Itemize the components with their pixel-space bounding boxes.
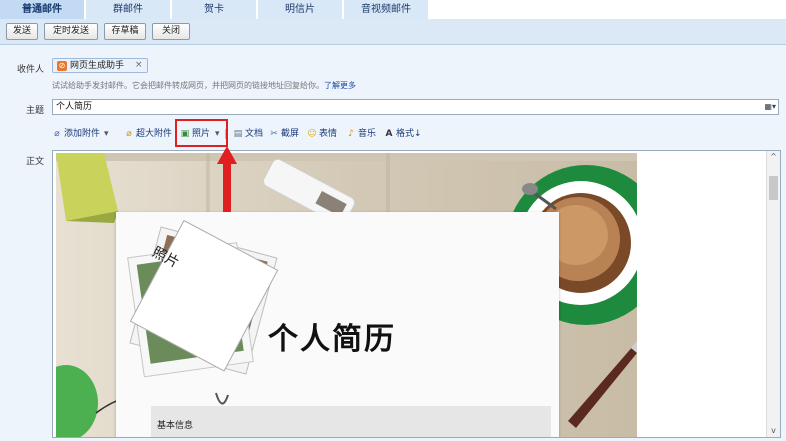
schedule-send-button[interactable]: 定时发送 [44, 23, 98, 40]
tab-postcard[interactable]: 明信片 [258, 0, 343, 19]
music-button[interactable]: ♪ 音乐 [346, 126, 376, 142]
tab-video-mail[interactable]: 音视频邮件 [344, 0, 429, 19]
save-draft-button[interactable]: 存草稿 [104, 23, 146, 40]
photo-stack [127, 219, 279, 405]
emoji-button[interactable]: ☺ 表情 [307, 126, 337, 142]
compose-toolbar: 发送 定时发送 存草稿 关闭 [0, 19, 786, 45]
scroll-up-icon[interactable]: ^ [767, 151, 780, 163]
tab-normal-mail[interactable]: 普通邮件 [0, 0, 85, 19]
scissors-icon: ✂ [270, 129, 278, 139]
scroll-thumb[interactable] [769, 176, 778, 200]
document-icon: ▤ [233, 129, 243, 139]
basic-info-heading: 基本信息 [157, 421, 194, 431]
screenshot-button[interactable]: ✂ 截屏 [269, 126, 299, 142]
subject-label: 主题 [25, 106, 44, 116]
remove-recipient-icon[interactable]: × [135, 59, 143, 72]
recipient-chip[interactable]: ⊘ 网页生成助手 × [52, 58, 148, 73]
format-button[interactable]: A 格式↓ [384, 126, 422, 142]
resume-title: 个人简历 [268, 322, 396, 357]
stationery-dropdown-icon[interactable]: ▦▾ [764, 102, 776, 111]
attachment-toolbar: ⌀ 添加附件 ▾ ⌀ 超大附件 ▣ 照片 ▾ ▤ 文档 ✂ 截屏 ☺ 表情 ♪ 音乐 A 格式↓ [52, 126, 432, 142]
document-button[interactable]: ▤ 文档 [233, 126, 263, 142]
close-button[interactable]: 关闭 [152, 23, 190, 40]
subject-value: 个人简历 [56, 102, 93, 112]
assistant-icon: ⊘ [57, 61, 67, 71]
photo-button-highlight [175, 119, 228, 147]
resume-image: 照片 个人简历 基本信息 [56, 153, 637, 437]
red-arrow-annotation [217, 146, 237, 212]
helper-hint: 试试给助手发封邮件。它会把邮件转成网页，并把网页的链接地址回复给你。了解更多 [52, 80, 356, 91]
chevron-down-icon[interactable]: ▾ [104, 129, 109, 139]
subject-input[interactable]: 个人简历 ▦▾ [52, 99, 779, 115]
send-button[interactable]: 发送 [6, 23, 38, 40]
hint-text: 试试给助手发封邮件。它会把邮件转成网页，并把网页的链接地址回复给你。 [52, 81, 324, 90]
paperclip-icon: ⌀ [54, 129, 60, 139]
basic-info-bar [151, 406, 551, 437]
smiley-icon: ☺ [307, 129, 317, 139]
tab-group-mail[interactable]: 群邮件 [86, 0, 171, 19]
recipient-name: 网页生成助手 [70, 61, 125, 71]
email-body-editor[interactable]: 照片 个人简历 基本信息 ^ v [52, 150, 781, 438]
recipient-label: 收件人 [16, 65, 44, 75]
large-attachment-button[interactable]: ⌀ 超大附件 [124, 126, 172, 142]
mail-type-tabs: 普通邮件 群邮件 贺卡 明信片 音视频邮件 [0, 0, 786, 19]
scroll-down-icon[interactable]: v [767, 425, 780, 437]
learn-more-link[interactable]: 了解更多 [324, 81, 356, 90]
body-label: 正文 [25, 157, 44, 167]
compose-panel: 发送 定时发送 存草稿 关闭 收件人 ⊘ 网页生成助手 × 试试给助手发封邮件。… [0, 19, 786, 441]
body-scrollbar[interactable]: ^ v [766, 151, 780, 437]
font-format-icon: A [385, 129, 393, 139]
tab-greeting-card[interactable]: 贺卡 [172, 0, 257, 19]
music-note-icon: ♪ [348, 129, 354, 139]
add-attachment-button[interactable]: ⌀ 添加附件 ▾ [52, 126, 109, 142]
large-attachment-icon: ⌀ [126, 129, 132, 139]
